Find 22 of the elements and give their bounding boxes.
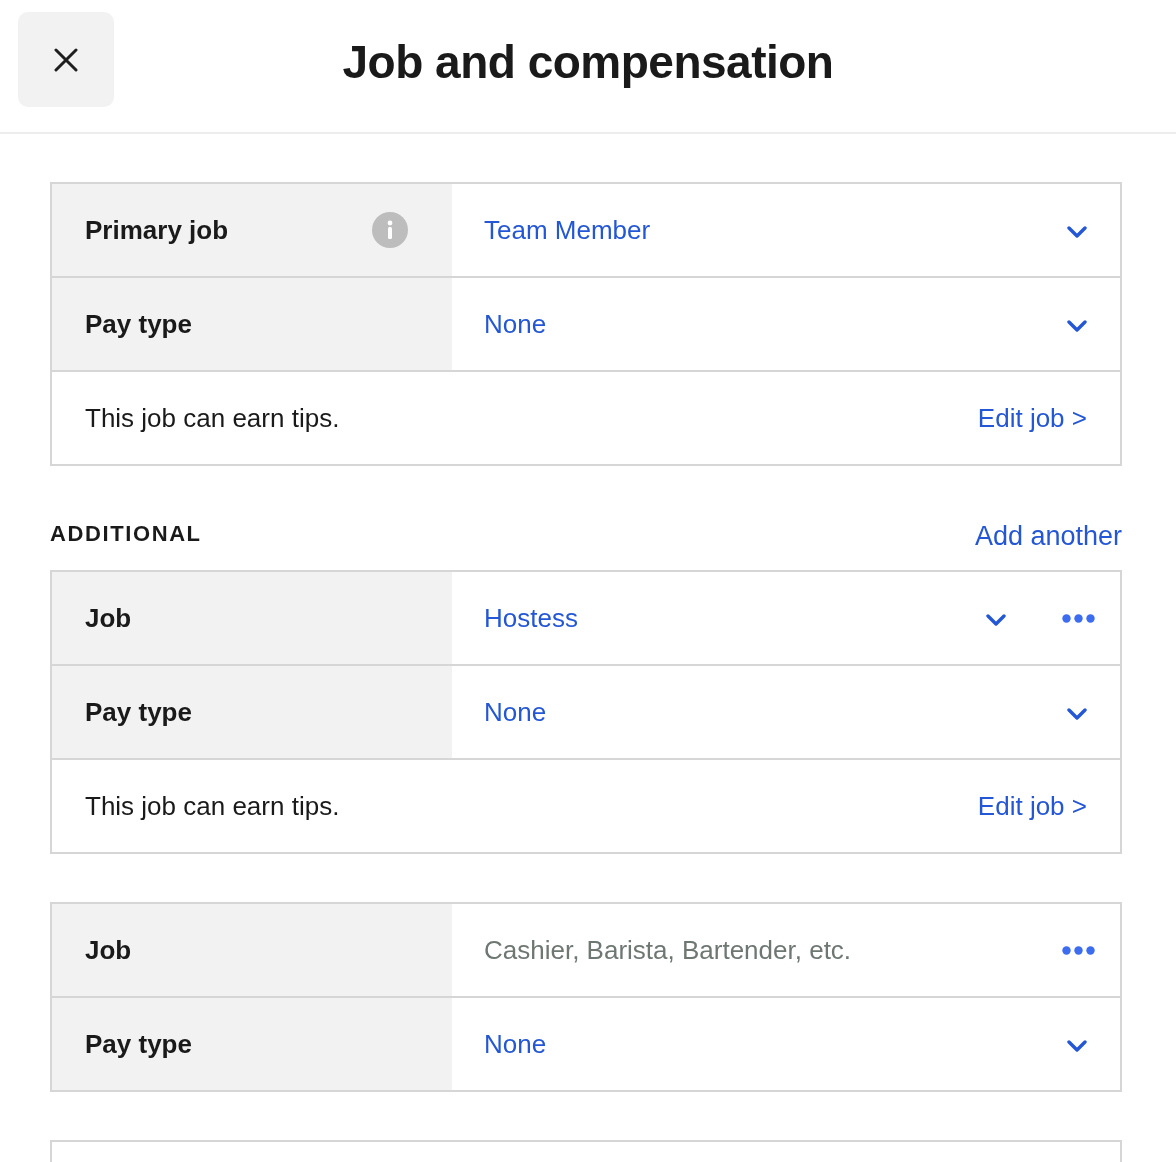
more-icon[interactable] (1062, 613, 1095, 623)
chevron-down-icon (1067, 226, 1087, 238)
chevron-down-icon (1067, 320, 1087, 332)
tips-note: This job can earn tips. (85, 790, 340, 822)
close-button[interactable] (18, 12, 114, 107)
field-label: Pay type (85, 1028, 192, 1060)
more-icon[interactable] (1062, 945, 1095, 955)
add-another-link[interactable]: Add another (974, 516, 1122, 552)
chevron-down-icon (1067, 708, 1087, 720)
field-label: Pay type (85, 696, 192, 728)
edit-job-link[interactable]: Edit job > (977, 402, 1087, 434)
chevron-down-icon (1067, 1040, 1087, 1052)
edit-job-link[interactable]: Edit job > (977, 790, 1087, 822)
field-label: Pay type (85, 308, 192, 340)
chevron-down-icon (986, 614, 1006, 626)
close-icon (54, 47, 78, 72)
field-label: Job (85, 602, 132, 634)
field-label: Primary job (85, 214, 229, 246)
page-title: Job and compensation (342, 34, 834, 88)
field-label: Job (85, 934, 132, 966)
section-heading: ADDITIONAL (50, 521, 202, 547)
tips-note: This job can earn tips. (85, 402, 340, 434)
